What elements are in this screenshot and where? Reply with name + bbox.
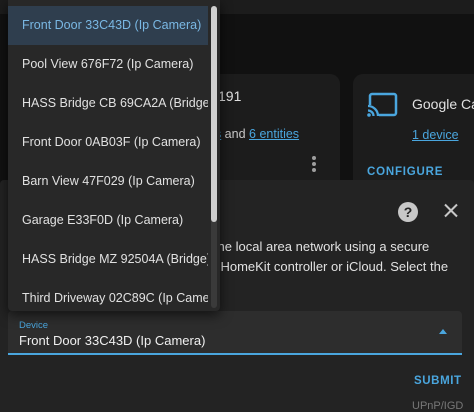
device-select[interactable]: Device Front Door 33C43D (Ip Camera) [8, 311, 462, 355]
upnp-card-label: UPnP/IGD [412, 400, 464, 412]
configure-button[interactable]: CONFIGURE [367, 166, 443, 178]
links-and-text: and [221, 127, 250, 141]
device-select-label: Device [19, 320, 49, 331]
menu-scrollbar-thumb[interactable] [211, 6, 217, 222]
device-select-value: Front Door 33C43D (Ip Camera) [19, 333, 206, 348]
overflow-menu-icon[interactable] [312, 156, 316, 172]
cast-icon [367, 92, 398, 117]
menu-item[interactable]: HASS Bridge CB 69CA2A (Bridge) [8, 84, 208, 123]
integration-card-links: es and 6 entities [208, 127, 299, 141]
menu-item[interactable]: Front Door 33C43D (Ip Camera) [8, 6, 208, 45]
help-circle-icon[interactable]: ? [398, 202, 418, 222]
submit-button[interactable]: SUBMIT [414, 375, 462, 387]
device-link[interactable]: 1 device [412, 128, 459, 142]
menu-item[interactable]: Front Door 0AB03F (Ip Camera) [8, 123, 208, 162]
menu-item[interactable]: Third Driveway 02C89C (Ip Camera) [8, 279, 208, 311]
description-line: te HomeKit controller or iCloud. Select … [206, 259, 449, 274]
description-line: r the local area network using a secure [206, 239, 430, 254]
menu-item[interactable]: Garage E33F0D (Ip Camera) [8, 201, 208, 240]
close-icon[interactable] [440, 200, 462, 222]
integration-card-title: 191 [218, 88, 242, 104]
menu-item[interactable]: Pool View 676F72 (Ip Camera) [8, 45, 208, 84]
google-cast-title: Google Ca [412, 96, 474, 112]
menu-item[interactable]: Barn View 47F029 (Ip Camera) [8, 162, 208, 201]
dialog-description: r the local area network using a secure … [206, 237, 468, 277]
menu-item[interactable]: HASS Bridge MZ 92504A (Bridge) [8, 240, 208, 279]
entities-link[interactable]: 6 entities [249, 127, 299, 141]
dropdown-arrow-icon[interactable] [439, 329, 447, 334]
device-dropdown-menu: Front Door 33C43D (Ip Camera) Pool View … [8, 0, 220, 311]
google-cast-card: Google Ca 1 device CONFIGURE [353, 74, 474, 192]
